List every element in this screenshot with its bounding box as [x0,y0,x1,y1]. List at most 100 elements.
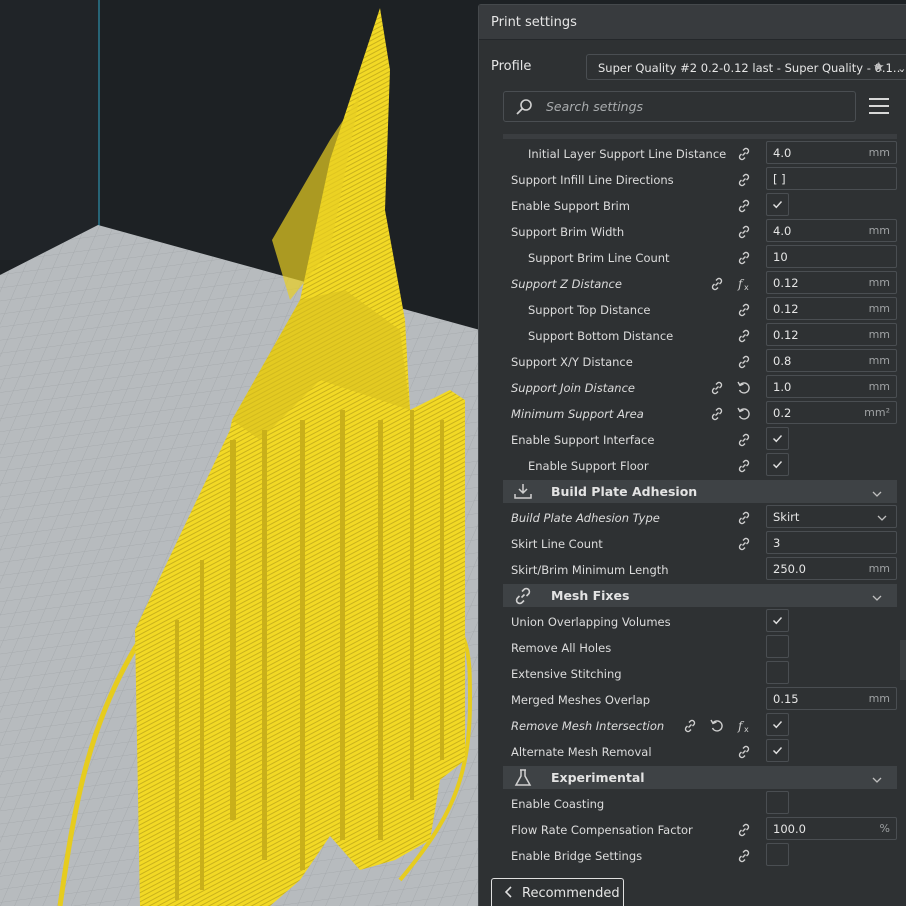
setting-input[interactable]: 0.12 mm [766,297,897,320]
setting-row: Enable Support Floor [503,453,898,479]
setting-row: Skirt/Brim Minimum Length 250.0 mm [503,557,898,583]
flask-icon [513,768,533,788]
setting-unit: mm [868,276,890,289]
setting-input[interactable]: 10 [766,245,897,268]
link-icon[interactable] [736,328,752,344]
function-icon[interactable]: fx [736,718,752,734]
setting-label: Enable Support Interface [511,433,655,447]
setting-unit: mm [868,380,890,393]
link-icon[interactable] [682,718,698,734]
category-build-plate-adhesion[interactable]: Build Plate Adhesion [503,480,897,503]
link-icon[interactable] [736,146,752,162]
category-title: Build Plate Adhesion [551,484,698,499]
setting-label: Support Join Distance [511,381,635,395]
setting-checkbox[interactable] [766,635,789,658]
link-icon[interactable] [736,510,752,526]
setting-input[interactable]: 0.12 mm [766,271,897,294]
setting-label: Enable Coasting [511,797,605,811]
setting-checkbox[interactable] [766,193,789,216]
link-icon[interactable] [736,250,752,266]
setting-label: Support Z Distance [511,277,622,291]
star-icon[interactable]: ★ [873,55,885,79]
setting-label: Support Brim Line Count [528,251,670,265]
scrollbar[interactable] [900,640,906,680]
setting-input[interactable]: 0.15 mm [766,687,897,710]
reset-icon[interactable] [736,380,752,396]
setting-value: 0.12 [773,302,799,316]
category-mesh-fixes[interactable]: Mesh Fixes [503,584,897,607]
profile-value: Super Quality #2 0.2-0.12 last - Super Q… [598,61,905,75]
link-icon[interactable] [709,406,725,422]
link-icon[interactable] [709,380,725,396]
setting-row: Support Brim Line Count 10 [503,245,898,271]
setting-row: Enable Coasting [503,791,898,817]
setting-checkbox[interactable] [766,791,789,814]
setting-unit: mm [868,692,890,705]
setting-label: Minimum Support Area [511,407,644,421]
chevron-down-icon [871,485,883,504]
setting-input[interactable]: 250.0 mm [766,557,897,580]
link-icon[interactable] [736,432,752,448]
link-icon[interactable] [736,172,752,188]
link-icon[interactable] [736,224,752,240]
settings-menu-icon[interactable] [869,98,889,114]
mesh-icon [513,586,533,606]
setting-checkbox[interactable] [766,427,789,450]
setting-label: Enable Support Floor [528,459,649,473]
setting-unit: mm [868,328,890,341]
setting-checkbox[interactable] [766,661,789,684]
setting-checkbox[interactable] [766,609,789,632]
link-icon[interactable] [736,302,752,318]
setting-unit: mm² [864,406,890,419]
setting-input[interactable]: 0.2 mm² [766,401,897,424]
setting-label: Remove Mesh Intersection [511,719,665,733]
setting-row: Support X/Y Distance 0.8 mm [503,349,898,375]
setting-row: Skirt Line Count 3 [503,531,898,557]
link-icon[interactable] [736,354,752,370]
setting-label: Flow Rate Compensation Factor [511,823,693,837]
link-icon[interactable] [736,848,752,864]
setting-row: Support Brim Width 4.0 mm [503,219,898,245]
setting-checkbox[interactable] [766,453,789,476]
link-icon[interactable] [736,822,752,838]
setting-input[interactable]: 0.12 mm [766,323,897,346]
function-icon[interactable]: fx [736,276,752,292]
setting-input[interactable]: 4.0 mm [766,141,897,164]
setting-dropdown[interactable]: Skirt [766,505,897,528]
setting-input[interactable]: [ ] [766,167,897,190]
settings-list[interactable]: Initial Layer Support Line Distance 4.0 mm… [503,133,898,867]
setting-input[interactable]: 1.0 mm [766,375,897,398]
link-icon[interactable] [736,536,752,552]
setting-value: 0.12 [773,276,799,290]
setting-input[interactable]: 100.0% [766,817,897,840]
setting-checkbox[interactable] [766,739,789,762]
recommended-label: Recommended [522,886,620,901]
setting-row: Flow Rate Compensation Factor 100.0% [503,817,898,843]
setting-unit: mm [868,354,890,367]
setting-checkbox[interactable] [766,713,789,736]
recommended-button[interactable]: Recommended [491,878,624,906]
setting-input[interactable]: 4.0 mm [766,219,897,242]
setting-label: Skirt/Brim Minimum Length [511,563,669,577]
setting-value: 3 [773,536,781,550]
setting-value: 0.15 [773,692,799,706]
link-icon[interactable] [709,276,725,292]
setting-label: Support Brim Width [511,225,625,239]
link-icon[interactable] [736,198,752,214]
setting-label: Enable Bridge Settings [511,849,643,863]
profile-dropdown[interactable]: Super Quality #2 0.2-0.12 last - Super Q… [586,54,906,80]
search-input[interactable]: Search settings [503,91,856,122]
reset-icon[interactable] [736,406,752,422]
setting-value: 10 [773,250,788,264]
list-top-divider [503,134,897,139]
setting-input[interactable]: 3 [766,531,897,554]
link-icon[interactable] [736,458,752,474]
category-experimental[interactable]: Experimental [503,766,897,789]
setting-label: Support X/Y Distance [511,355,633,369]
setting-checkbox[interactable] [766,843,789,866]
setting-label: Initial Layer Support Line Distance [528,147,727,161]
setting-label: Remove All Holes [511,641,612,655]
link-icon[interactable] [736,744,752,760]
setting-input[interactable]: 0.8 mm [766,349,897,372]
reset-icon[interactable] [709,718,725,734]
